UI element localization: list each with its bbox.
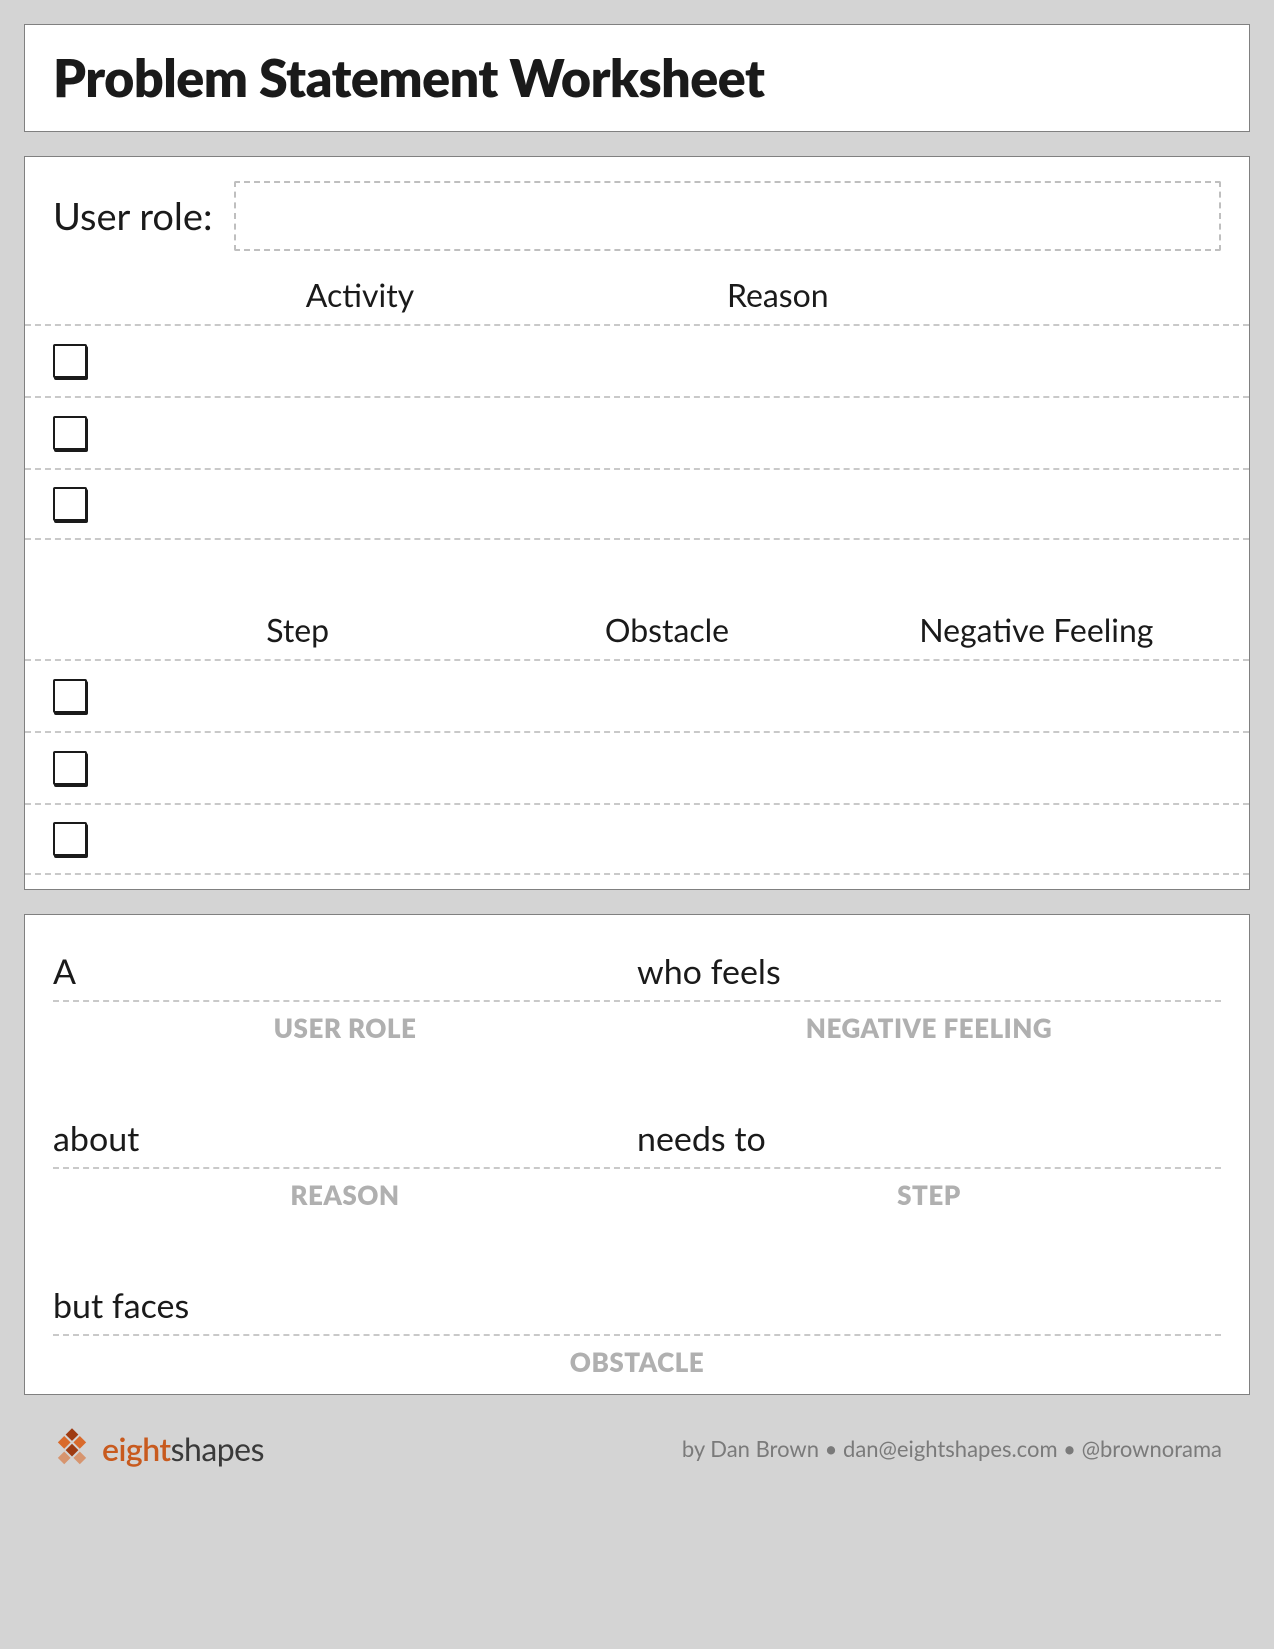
eightshapes-logo-icon [52,1428,92,1468]
statement-prompt-needs-to: needs to [637,1118,1221,1159]
row-checkbox[interactable] [53,679,87,713]
table-row [25,324,1249,396]
table-row [25,659,1249,731]
row-checkbox[interactable] [53,416,87,450]
page-title: Problem Statement Worksheet [53,47,1221,109]
statement-label-user-role: USER ROLE [53,1012,637,1044]
title-panel: Problem Statement Worksheet [24,24,1250,132]
statement-label-step: STEP [637,1179,1221,1211]
statement-row: about needs to [53,1118,1221,1169]
user-role-field[interactable] [234,181,1221,251]
statement-prompt-a: A [53,951,637,992]
step-obstacle-feeling-table: Step Obstacle Negative Feeling [25,610,1249,875]
statement-labels: REASON STEP [53,1169,1221,1211]
statement-label-reason: REASON [53,1179,637,1211]
statement-labels: USER ROLE NEGATIVE FEELING [53,1002,1221,1044]
row-checkbox[interactable] [53,344,87,378]
brand: eightshapes [52,1428,264,1468]
column-header-obstacle: Obstacle [482,610,851,649]
column-header-reason: Reason [607,275,1221,314]
column-header-negative-feeling: Negative Feeling [852,610,1221,649]
statement-prompt-who-feels: who feels [637,951,1221,992]
table-row [25,468,1249,540]
column-header-step: Step [113,610,482,649]
user-role-label: User role: [53,193,212,239]
statement-labels: OBSTACLE [53,1336,1221,1378]
statement-prompt-about: about [53,1118,637,1159]
row-checkbox[interactable] [53,822,87,856]
column-header-activity: Activity [113,275,607,314]
brand-name: eightshapes [102,1429,264,1468]
table-header: Activity Reason [25,275,1249,324]
footer: eightshapes by Dan Brown • dan@eightshap… [24,1419,1250,1477]
worksheet-input-panel: User role: Activity Reason [24,156,1250,890]
statement-prompt-but-faces: but faces [53,1285,1221,1326]
statement-label-negative-feeling: NEGATIVE FEELING [637,1012,1221,1044]
statement-label-obstacle: OBSTACLE [53,1346,1221,1378]
byline: by Dan Brown • dan@eightshapes.com • @br… [682,1435,1222,1462]
statement-row: but faces [53,1285,1221,1336]
table-row [25,803,1249,875]
table-row [25,396,1249,468]
row-checkbox[interactable] [53,487,87,521]
statement-row: A who feels [53,951,1221,1002]
table-header: Step Obstacle Negative Feeling [25,610,1249,659]
activity-reason-table: Activity Reason [25,275,1249,540]
user-role-row: User role: [25,181,1249,275]
problem-statement-panel: A who feels USER ROLE NEGATIVE FEELING a… [24,914,1250,1395]
row-checkbox[interactable] [53,751,87,785]
table-row [25,731,1249,803]
